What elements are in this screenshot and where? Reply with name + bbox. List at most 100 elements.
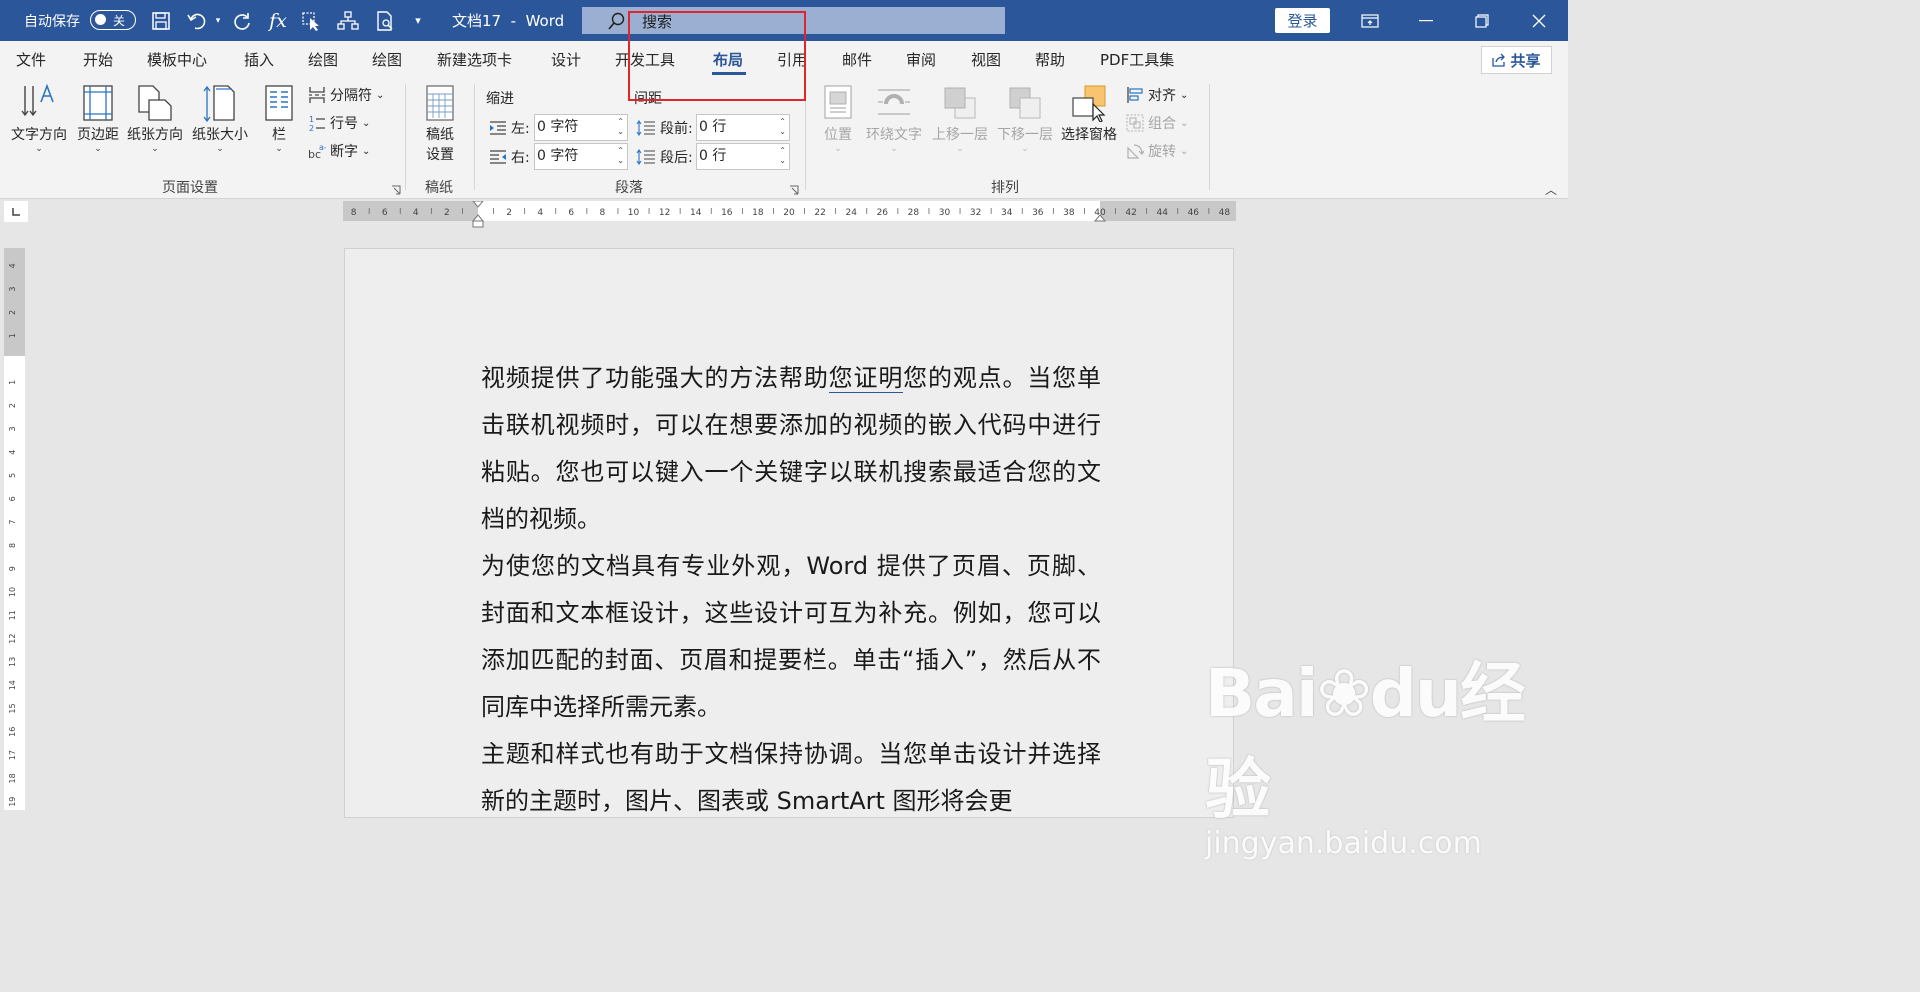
rotate-label: 旋转 [1148,144,1176,160]
align-button[interactable]: 对齐 ⌄ [1126,85,1188,105]
spacing-after-input[interactable]: 0 行 ⌃ ⌄ [696,143,790,170]
vertical-ruler-number: 3 [8,287,17,292]
tab-template-center[interactable]: 模板中心 [147,49,207,70]
login-button[interactable]: 登录 [1275,8,1330,33]
indent-right-icon [490,150,506,164]
spacing-after-label: 段后: [636,147,693,167]
breaks-button[interactable]: 分隔符 ⌄ [308,85,384,105]
tab-help[interactable]: 帮助 [1035,49,1065,70]
bring-forward-label: 上移一层 [932,127,988,143]
vertical-ruler-number: 11 [8,610,17,620]
highlight-annotation-box [628,11,806,101]
page-setup-group-label: 页面设置 [162,180,218,196]
send-backward-button[interactable]: 下移一层 ⌄ [997,84,1053,154]
select-objects-icon[interactable] [299,0,325,41]
indent-marker-icon[interactable] [471,201,485,231]
tab-insert[interactable]: 插入 [244,49,274,70]
share-button[interactable]: 共享 [1481,46,1552,74]
indent-right-input[interactable]: 0 字符 ⌃ ⌄ [534,143,628,170]
ruler-number: 12 [659,208,670,218]
redo-icon[interactable] [229,0,255,41]
tab-view[interactable]: 视图 [971,49,1001,70]
horizontal-ruler[interactable]: 8 6 4 2 2 4 6 8 10 12 14 16 18 20 22 24 26 28 30 32 34 36 38 40… [343,201,1236,228]
vertical-ruler-number: 18 [8,773,17,783]
chevron-down-icon: ⌄ [1180,89,1189,101]
tab-review[interactable]: 审阅 [906,49,936,70]
paper-size-icon [203,85,235,122]
paragraph-launcher-icon[interactable] [789,180,799,195]
minimize-icon[interactable] [1398,0,1454,41]
search-icon [608,12,626,34]
manuscript-group-label: 稿纸 [425,180,453,196]
columns-button[interactable]: 栏 ⌄ [265,84,293,154]
grammar-flagged-text[interactable]: 您证明 [828,364,904,393]
vertical-ruler-number: 1 [8,333,17,338]
wrap-text-button[interactable]: 环绕文字 ⌄ [866,84,922,154]
group-button[interactable]: 组合 ⌄ [1126,113,1188,133]
selection-pane-button[interactable]: 选择窗格 [1061,84,1117,144]
chevron-down-icon: ⌄ [1021,144,1029,154]
tab-draw[interactable]: 绘图 [308,49,338,70]
save-icon[interactable] [148,0,174,41]
tab-mailings[interactable]: 邮件 [842,49,872,70]
hierarchy-icon[interactable] [335,0,361,41]
right-indent-marker-icon[interactable] [1093,211,1107,233]
ribbon-display-options-icon[interactable] [1342,0,1398,41]
undo-dropdown-icon[interactable]: ▾ [212,0,224,41]
restore-icon[interactable] [1454,0,1510,41]
undo-icon[interactable] [183,0,211,41]
vertical-ruler[interactable]: 4 3 2 1 1 2 3 4 5 6 7 8 9 10 11 12 13 14 15 16 17 18 19 [4,248,25,810]
divider [474,84,475,190]
tab-draw-2[interactable]: 绘图 [372,49,402,70]
margins-button[interactable]: 页边距 ⌄ [77,84,119,154]
chevron-down-icon: ⌄ [1180,117,1189,129]
spinner-arrows-icon[interactable]: ⌃ ⌄ [779,146,786,166]
spinner-arrows-icon[interactable]: ⌃ ⌄ [779,117,786,137]
spinner-arrows-icon[interactable]: ⌃ ⌄ [617,117,624,137]
indent-right-label: 右: [489,147,530,167]
formula-icon[interactable]: fx [264,0,292,41]
bring-forward-button[interactable]: 上移一层 ⌄ [932,84,988,154]
vertical-ruler-ticks: 432112345678910111213141516171819 [8,263,17,807]
ruler-number: 38 [1063,208,1075,218]
line-numbers-button[interactable]: 12 行号 ⌄ [308,113,370,133]
chevron-down-icon: ⌄ [362,145,371,157]
chevron-down-icon: ⌄ [956,144,964,154]
rotate-button[interactable]: 旋转 ⌄ [1126,141,1188,161]
vertical-ruler-number: 13 [8,657,17,667]
print-preview-icon[interactable] [372,0,398,41]
indent-left-label: 左: [489,118,530,138]
chevron-down-icon: ⌄ [151,144,159,154]
spacing-before-input[interactable]: 0 行 ⌃ ⌄ [696,114,790,141]
position-button[interactable]: 位置 ⌄ [822,84,854,154]
tab-design[interactable]: 设计 [551,49,581,70]
manuscript-setup-button[interactable]: 稿纸 设置 [424,84,456,164]
vertical-ruler-number: 2 [8,310,17,315]
indent-left-input[interactable]: 0 字符 ⌃ ⌄ [534,114,628,141]
columns-icon [265,85,293,121]
columns-label: 栏 [272,127,286,143]
vertical-ruler-number: 4 [8,450,17,455]
collapse-ribbon-icon[interactable]: ︿ [1545,181,1557,198]
size-button[interactable]: 纸张大小 ⌄ [192,84,248,154]
tab-home[interactable]: 开始 [83,49,113,70]
hyphenation-button[interactable]: bca- 断字 ⌄ [308,141,370,161]
breaks-icon [309,87,325,103]
indent-right-text: 右: [511,150,530,166]
close-icon[interactable] [1511,0,1567,41]
tab-selector[interactable] [4,201,28,222]
svg-text:1: 1 [309,115,314,124]
indent-left-text: 左: [511,121,530,137]
customize-toolbar-icon[interactable]: ▾ [410,0,426,41]
page-setup-launcher-icon[interactable] [391,180,401,195]
autosave-toggle[interactable]: 关 [90,10,136,30]
document-body[interactable]: 视频提供了功能强大的方法帮助您证明您的观点。当您单击联机视频时，可以在想要添加的… [481,355,1101,825]
tab-new-tab[interactable]: 新建选项卡 [437,49,512,70]
tab-file[interactable]: 文件 [16,49,46,70]
ruler-number: 6 [568,208,574,218]
spinner-arrows-icon[interactable]: ⌃ ⌄ [617,146,624,166]
tab-pdf-tools[interactable]: PDF工具集 [1100,49,1174,70]
document-title: 文档17 - Word [452,12,565,30]
orientation-button[interactable]: 纸张方向 ⌄ [127,84,183,154]
text-direction-button[interactable]: 文字方向 ⌄ [11,84,67,154]
